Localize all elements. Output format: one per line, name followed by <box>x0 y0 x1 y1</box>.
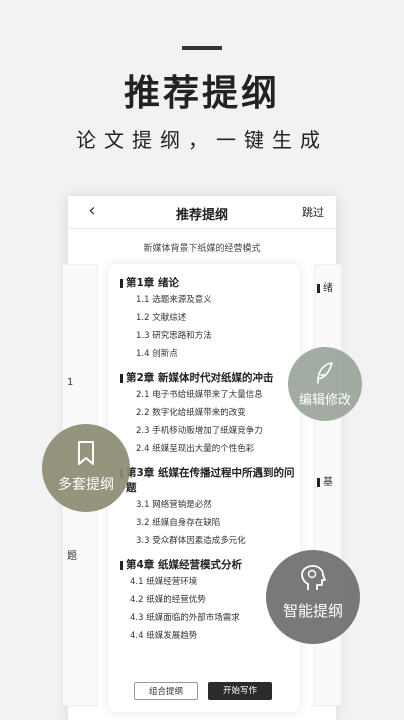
bookmark-icon <box>78 441 94 465</box>
side-right-item: 绪 <box>317 279 333 294</box>
feather-icon <box>317 362 333 384</box>
edit-feature-label: 编辑修改 <box>298 393 351 408</box>
document-title: 新媒体背景下纸媒的经营模式 <box>143 244 261 254</box>
side-left-item: 题 <box>67 551 77 562</box>
section-item: 2.4 纸媒呈现出大量的个性色彩 <box>136 444 255 454</box>
multi-outline-feature-label: 多套提纲 <box>58 477 114 493</box>
decorative-dash <box>182 46 222 50</box>
section-item: 3.1 网络营销是必然 <box>136 500 212 510</box>
outline-card[interactable]: 第1章 绪论 1.1 选题来源及意义 1.2 文献综述 1.3 研究思路和方法 … <box>108 264 300 712</box>
section-item: 2.3 手机移动贩增加了纸媒竞争力 <box>136 426 263 436</box>
section-item: 2.2 数字化给纸媒带来的改变 <box>136 408 246 418</box>
smart-outline-feature-label: 智能提纲 <box>282 602 343 620</box>
edit-feature-bubble: 编辑修改 <box>288 347 362 421</box>
chapter-title: 第3章 纸媒在传播过程中所遇到的问题 <box>120 466 300 496</box>
section-item: 4.4 纸媒发展趋势 <box>130 631 198 641</box>
start-writing-button[interactable]: 开始写作 <box>208 682 272 700</box>
smart-outline-feature-bubble: 智能提纲 <box>266 550 360 644</box>
app-header: ‹ 推荐提纲 跳过 <box>68 196 336 229</box>
section-item: 3.3 受众群体因素造成多元化 <box>136 536 246 546</box>
section-item: 3.2 纸媒自身存在缺陷 <box>136 518 221 528</box>
section-item: 1.1 选题来源及意义 <box>136 295 212 305</box>
side-right-item: 基 <box>317 473 333 488</box>
brain-head-icon <box>301 565 326 590</box>
section-item: 1.4 创新点 <box>136 349 178 359</box>
side-left-item: 1 <box>67 377 74 388</box>
section-item: 1.3 研究思路和方法 <box>136 331 212 341</box>
hero-subtitle: 论文提纲，一键生成 <box>76 128 328 152</box>
section-item: 1.2 文献综述 <box>136 313 187 323</box>
chapter-title: 第1章 绪论 <box>120 276 300 291</box>
hero-title: 推荐提纲 <box>123 72 280 114</box>
chapter-title: 第2章 新媒体时代对纸媒的冲击 <box>120 371 300 386</box>
combine-outline-button[interactable]: 组合提纲 <box>134 682 198 700</box>
section-item: 2.1 电子书给纸媒带来了大量信息 <box>136 390 263 400</box>
multi-outline-feature-bubble: 多套提纲 <box>42 424 130 512</box>
outline-actions: 组合提纲 开始写作 <box>108 682 300 700</box>
app-title: 推荐提纲 <box>175 208 228 223</box>
skip-button[interactable]: 跳过 <box>302 204 324 220</box>
